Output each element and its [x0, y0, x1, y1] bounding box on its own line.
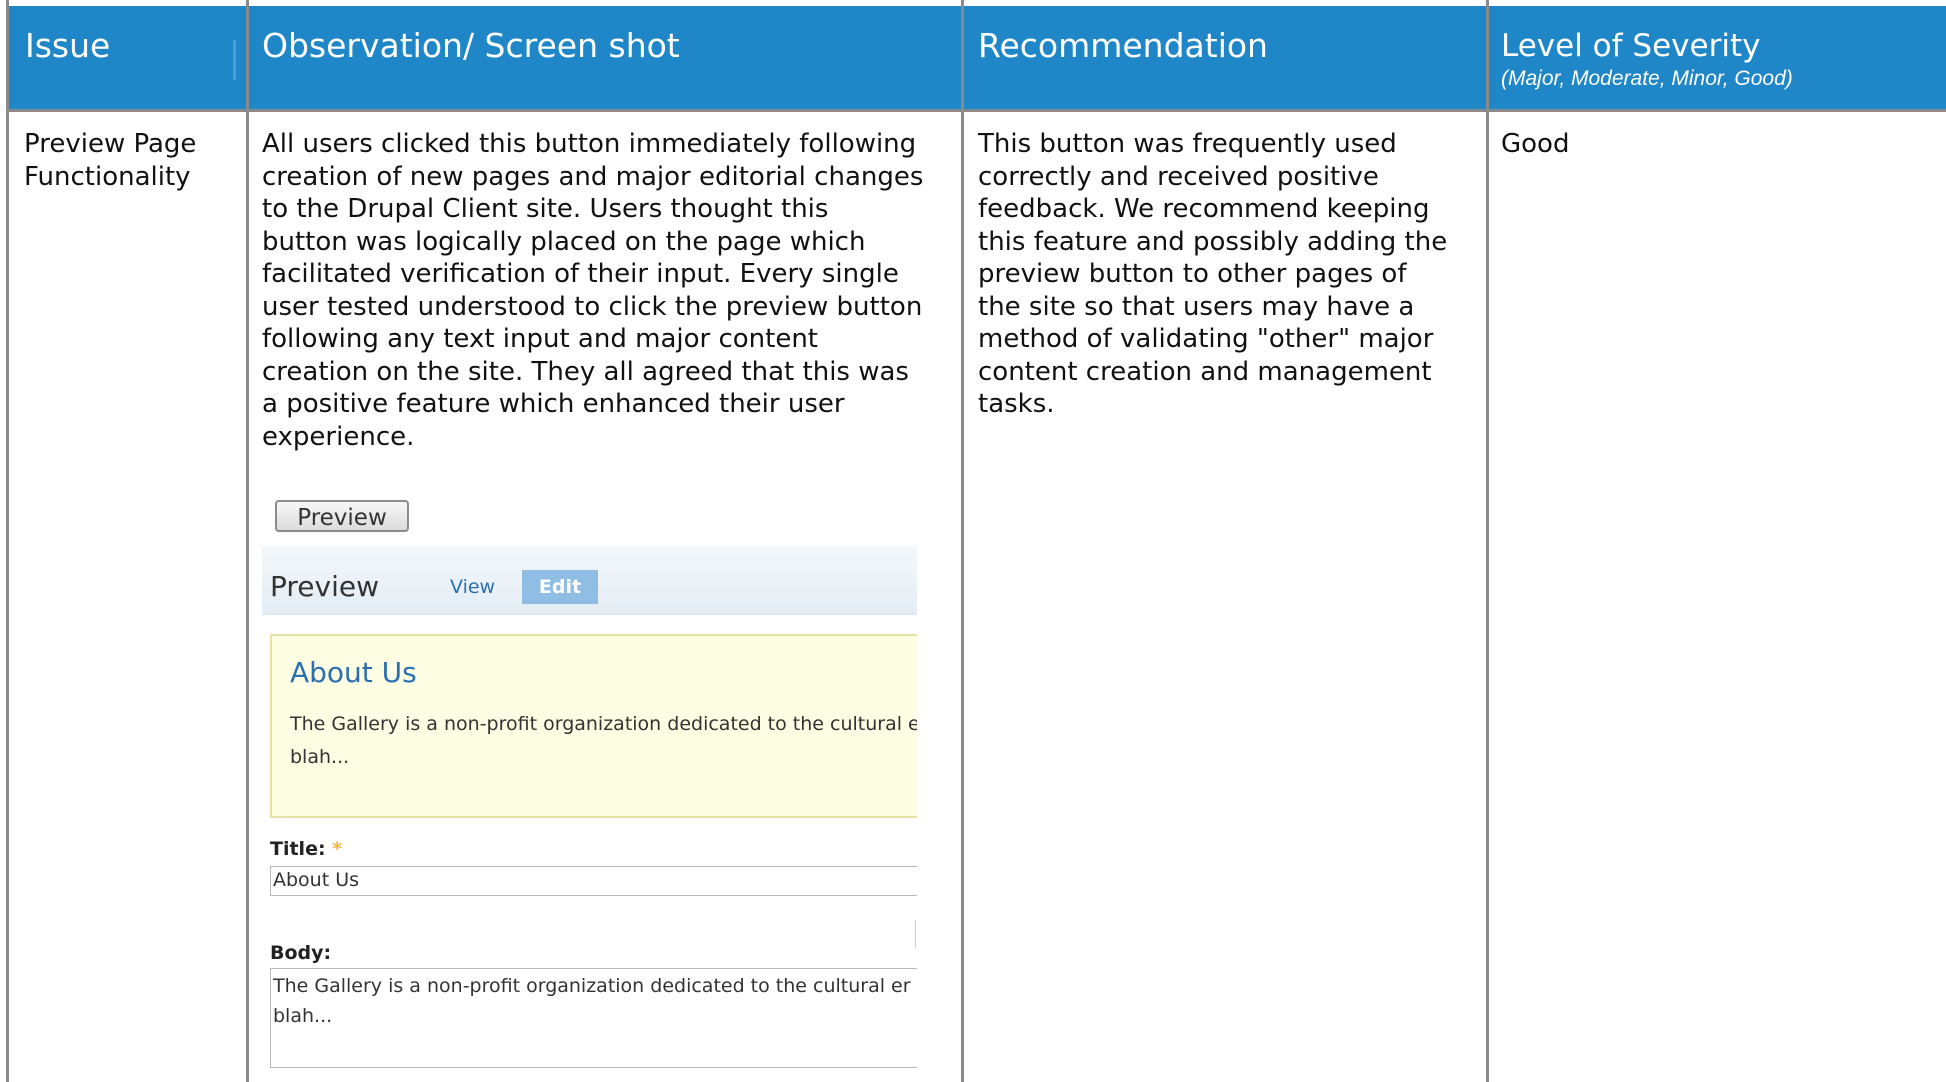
preview-box: About Us The Gallery is a non-profit org…: [270, 634, 917, 818]
title-label: Title: *: [270, 838, 342, 860]
tab-edit[interactable]: Edit: [522, 570, 598, 604]
observation-line: creation of new pages and major editoria…: [262, 161, 924, 192]
grid-line-left: [6, 0, 9, 1082]
body-field[interactable]: The Gallery is a non-profit organization…: [270, 968, 917, 1068]
tab-bar-title: Preview: [270, 570, 379, 603]
observation-line: creation on the site. They all agreed th…: [262, 356, 909, 387]
observation-cell: All users clicked this button immediatel…: [262, 128, 923, 453]
header-observation-label: Observation/ Screen shot: [262, 26, 680, 65]
body-field-line: blah...: [273, 1005, 333, 1027]
observation-line: All users clicked this button immediatel…: [262, 129, 917, 159]
severity-value: Good: [1501, 129, 1570, 159]
grid-line-col4: [1486, 0, 1489, 1082]
header-severity: Level of Severity (Major, Moderate, Mino…: [1489, 6, 1946, 109]
row-separator: [8, 109, 1946, 112]
severity-cell: Good: [1501, 128, 1569, 161]
observation-line: button was logically placed on the page …: [262, 226, 866, 257]
header-divider: [233, 40, 236, 80]
header-recommendation: Recommendation: [964, 6, 1486, 109]
issue-line: Functionality: [24, 161, 191, 192]
observation-line: experience.: [262, 421, 415, 452]
header-severity-sublabel: (Major, Moderate, Minor, Good): [1501, 67, 1793, 90]
title-field[interactable]: About Us: [270, 866, 917, 896]
recommendation-line: This button was frequently used: [978, 129, 1397, 159]
issue-cell: Preview Page Functionality: [24, 128, 196, 193]
recommendation-line: content creation and management: [978, 356, 1432, 387]
observation-line: a positive feature which enhanced their …: [262, 389, 845, 419]
preview-button[interactable]: Preview: [275, 500, 409, 532]
grid-line-col2: [246, 0, 249, 1082]
recommendation-line: tasks.: [978, 389, 1055, 419]
recommendation-line: correctly and received positive: [978, 161, 1379, 192]
tab-bar: Preview View Edit: [262, 546, 917, 615]
severity-table: Issue Observation/ Screen shot Recommend…: [0, 0, 1946, 1082]
embedded-screenshot: Preview Preview View Edit About Us The G…: [262, 500, 917, 1082]
header-observation: Observation/ Screen shot: [249, 6, 961, 109]
header-severity-label: Level of Severity: [1501, 28, 1761, 64]
header-issue: Issue: [8, 6, 246, 109]
issue-line: Preview Page: [24, 129, 197, 159]
preview-body-line: The Gallery is a non-profit organization…: [290, 713, 917, 735]
header-issue-label: Issue: [25, 26, 111, 65]
recommendation-line: method of validating "other" major: [978, 324, 1434, 354]
header-recommendation-label: Recommendation: [978, 26, 1268, 65]
recommendation-line: feedback. We recommend keeping: [978, 194, 1430, 224]
body-field-line: The Gallery is a non-profit organization…: [273, 975, 911, 997]
grid-line-col3: [961, 0, 964, 1082]
preview-heading: About Us: [290, 656, 417, 689]
observation-line: user tested understood to click the prev…: [262, 291, 923, 322]
body-label: Body:: [270, 942, 332, 964]
title-label-text: Title:: [270, 838, 326, 860]
preview-body-line: blah...: [290, 746, 350, 768]
recommendation-cell: This button was frequently used correctl…: [978, 128, 1447, 421]
recommendation-line: the site so that users may have a: [978, 291, 1415, 322]
recommendation-line: this feature and possibly adding the: [978, 226, 1448, 257]
observation-line: facilitated verification of their input.…: [262, 259, 899, 289]
recommendation-line: preview button to other pages of: [978, 259, 1407, 289]
divider: [915, 920, 916, 948]
required-mark: *: [332, 838, 343, 860]
tab-view[interactable]: View: [450, 576, 495, 598]
observation-line: following any text input and major conte…: [262, 324, 819, 354]
observation-line: to the Drupal Client site. Users thought…: [262, 194, 829, 224]
preview-body: The Gallery is a non-profit organization…: [290, 708, 917, 774]
